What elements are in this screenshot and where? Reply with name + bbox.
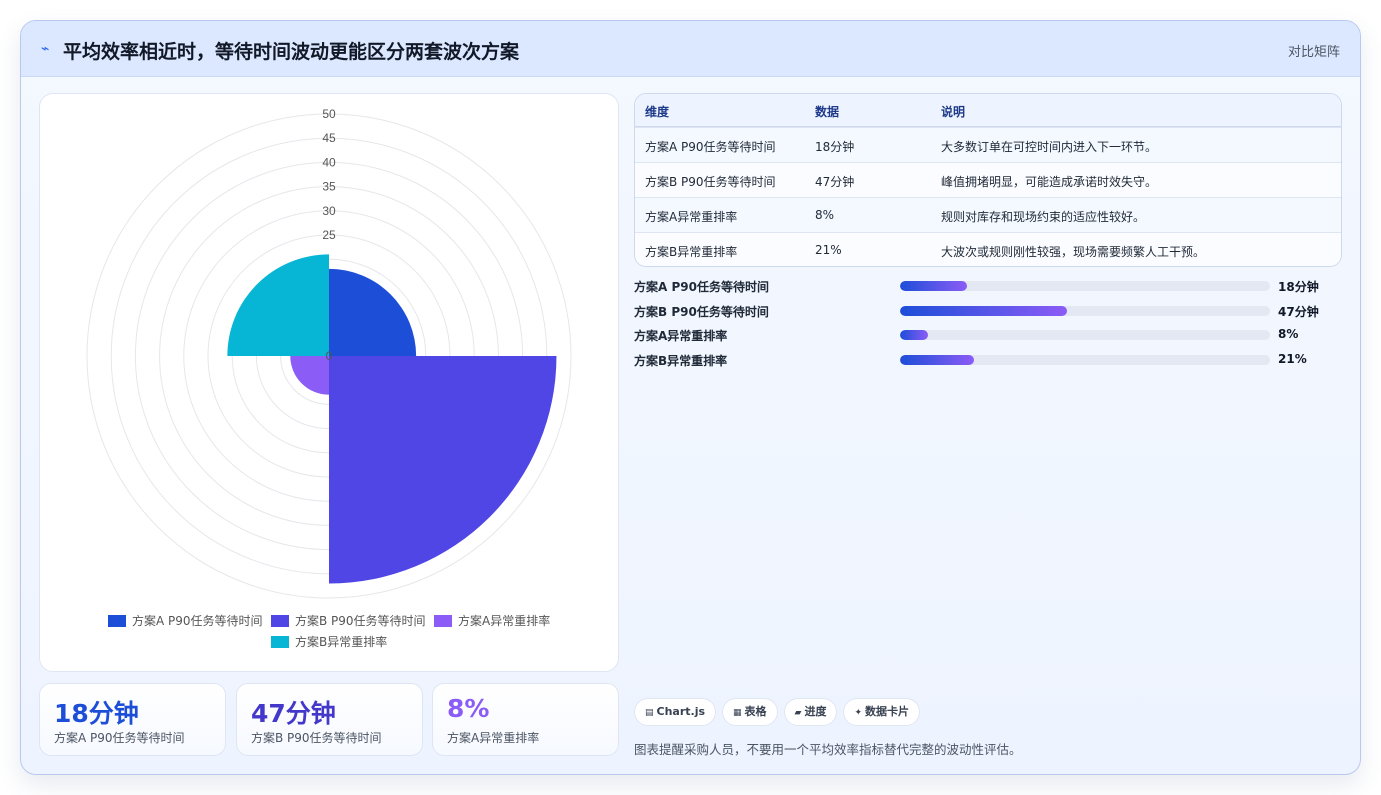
- chip-label: 进度: [804, 705, 827, 718]
- page-title: 平均效率相近时，等待时间波动更能区分两套波次方案: [63, 41, 520, 63]
- progress-track: [900, 281, 1270, 291]
- chart-icon: ▤: [645, 708, 654, 718]
- kpi-card-a-rate: 8% 方案A异常重排率: [432, 683, 619, 756]
- polar-slice[interactable]: [227, 254, 329, 356]
- header: ⌁ 平均效率相近时，等待时间波动更能区分两套波次方案 对比矩阵: [21, 21, 1360, 77]
- table-header-cell: 数据: [815, 105, 840, 119]
- progress-fill: [900, 330, 928, 340]
- polar-slice[interactable]: [329, 356, 557, 584]
- table-cell: 8%: [815, 208, 835, 222]
- polar-slice[interactable]: [290, 356, 329, 395]
- table-cell: 方案B异常重排率: [645, 245, 738, 259]
- kpi-label: 方案B P90任务等待时间: [251, 731, 382, 745]
- r-tick-label: 30: [322, 204, 336, 218]
- table-cell: 方案A异常重排率: [645, 210, 738, 224]
- legend-label[interactable]: 方案A异常重排率: [458, 613, 550, 628]
- polar-chart-panel: 50 45 40 35 30 25 0 方案A P90任务等待时间 方案B P90任务等待时间…: [39, 93, 619, 672]
- chip-label: 表格: [744, 705, 767, 718]
- r-tick-label: 35: [322, 180, 336, 194]
- r-tick-label: 50: [322, 107, 336, 121]
- table-row: 方案B P90任务等待时间 47分钟 峰值拥堵明显，可能造成承诺时效失守。: [635, 162, 1341, 197]
- table-header-cell: 说明: [941, 105, 966, 119]
- legend-swatch[interactable]: [434, 615, 452, 627]
- progress-label: 方案A P90任务等待时间: [634, 280, 769, 294]
- sparkle-icon: ✦: [854, 708, 863, 718]
- legend-swatch[interactable]: [271, 615, 289, 627]
- progress-label: 方案A异常重排率: [634, 329, 728, 343]
- progress-value: 21%: [1278, 352, 1307, 366]
- chip-label: 数据卡片: [865, 705, 910, 718]
- progress-value: 18分钟: [1278, 280, 1319, 294]
- legend-label[interactable]: 方案B P90任务等待时间: [295, 613, 426, 628]
- kpi-card-b-wait: 47分钟 方案B P90任务等待时间: [236, 683, 423, 756]
- table-icon: ▦: [733, 708, 742, 718]
- r-tick-label: 0: [326, 349, 333, 363]
- progress-track: [900, 330, 1270, 340]
- kpi-label: 方案A P90任务等待时间: [54, 731, 185, 745]
- kpi-value: 18分钟: [54, 699, 139, 728]
- progress-fill: [900, 306, 1067, 316]
- folder-icon: ▰: [794, 708, 802, 718]
- chip-data-card[interactable]: ✦ 数据卡片: [843, 698, 921, 726]
- table-cell: 方案B P90任务等待时间: [645, 175, 776, 189]
- r-tick-label: 25: [322, 228, 336, 242]
- legend-swatch[interactable]: [271, 636, 289, 648]
- table-cell: 大波次或规则刚性较强，现场需要频繁人工干预。: [941, 245, 1206, 259]
- comparison-table: 维度 数据 说明 方案A P90任务等待时间 18分钟 大多数订单在可控时间内进…: [634, 93, 1342, 267]
- table-row: 方案A P90任务等待时间 18分钟 大多数订单在可控时间内进入下一环节。: [635, 127, 1341, 162]
- progress-track: [900, 355, 1270, 365]
- progress-track: [900, 306, 1270, 316]
- progress-value: 8%: [1278, 327, 1299, 341]
- progress-label: 方案B异常重排率: [634, 354, 728, 368]
- table-cell: 47分钟: [815, 175, 855, 189]
- kpi-label: 方案A异常重排率: [447, 731, 540, 745]
- table-cell: 大多数订单在可控时间内进入下一环节。: [941, 140, 1158, 154]
- table-cell: 方案A P90任务等待时间: [645, 140, 776, 154]
- r-tick-label: 40: [322, 155, 336, 169]
- legend-label[interactable]: 方案B异常重排率: [295, 634, 387, 649]
- table-row: 方案B异常重排率 21% 大波次或规则刚性较强，现场需要频繁人工干预。: [635, 232, 1341, 266]
- table-cell: 峰值拥堵明显，可能造成承诺时效失守。: [941, 175, 1158, 189]
- progress-label: 方案B P90任务等待时间: [634, 305, 769, 319]
- chip-chartjs[interactable]: ▤ Chart.js: [634, 698, 717, 726]
- polar-slice[interactable]: [329, 268, 417, 356]
- legend-swatch[interactable]: [108, 615, 126, 627]
- table-cell: 18分钟: [815, 140, 855, 154]
- view-tag: 对比矩阵: [1287, 45, 1340, 60]
- progress-row: 方案B P90任务等待时间 47分钟: [634, 301, 1342, 321]
- progress-row: 方案A异常重排率 8%: [634, 325, 1342, 345]
- chip-table[interactable]: ▦ 表格: [722, 698, 778, 726]
- table-header-row: 维度 数据 说明: [635, 94, 1341, 127]
- progress-fill: [900, 281, 967, 291]
- table-cell: 21%: [815, 243, 842, 257]
- table-cell: 规则对库存和现场约束的适应性较好。: [941, 210, 1146, 224]
- polar-area-chart: 50 45 40 35 30 25 0 方案A P90任务等待时间 方案B P90任务等待时间…: [86, 107, 572, 649]
- progress-row: 方案A P90任务等待时间 18分钟: [634, 276, 1342, 296]
- legend-label[interactable]: 方案A P90任务等待时间: [132, 613, 263, 628]
- chip-label: Chart.js: [656, 705, 706, 718]
- progress-fill: [900, 355, 974, 365]
- kpi-card-a-wait: 18分钟 方案A P90任务等待时间: [39, 683, 226, 756]
- progress-value: 47分钟: [1278, 305, 1319, 319]
- lightning-icon: ⌁: [41, 41, 50, 57]
- kpi-value: 8%: [447, 694, 490, 723]
- table-header-cell: 维度: [645, 105, 670, 119]
- r-tick-label: 45: [322, 131, 336, 145]
- chip-progress[interactable]: ▰ 进度: [783, 698, 838, 726]
- footer-note: 图表提醒采购人员，不要用一个平均效率指标替代完整的波动性评估。: [634, 742, 1022, 757]
- progress-row: 方案B异常重排率 21%: [634, 350, 1342, 370]
- table-row: 方案A异常重排率 8% 规则对库存和现场约束的适应性较好。: [635, 197, 1341, 232]
- kpi-value: 47分钟: [251, 699, 336, 728]
- chip-bar: ▤ Chart.js ▦ 表格 ▰ 进度 ✦ 数据卡片: [634, 698, 926, 726]
- dashboard-card: ⌁ 平均效率相近时，等待时间波动更能区分两套波次方案 对比矩阵 50 45 40 35…: [20, 20, 1361, 775]
